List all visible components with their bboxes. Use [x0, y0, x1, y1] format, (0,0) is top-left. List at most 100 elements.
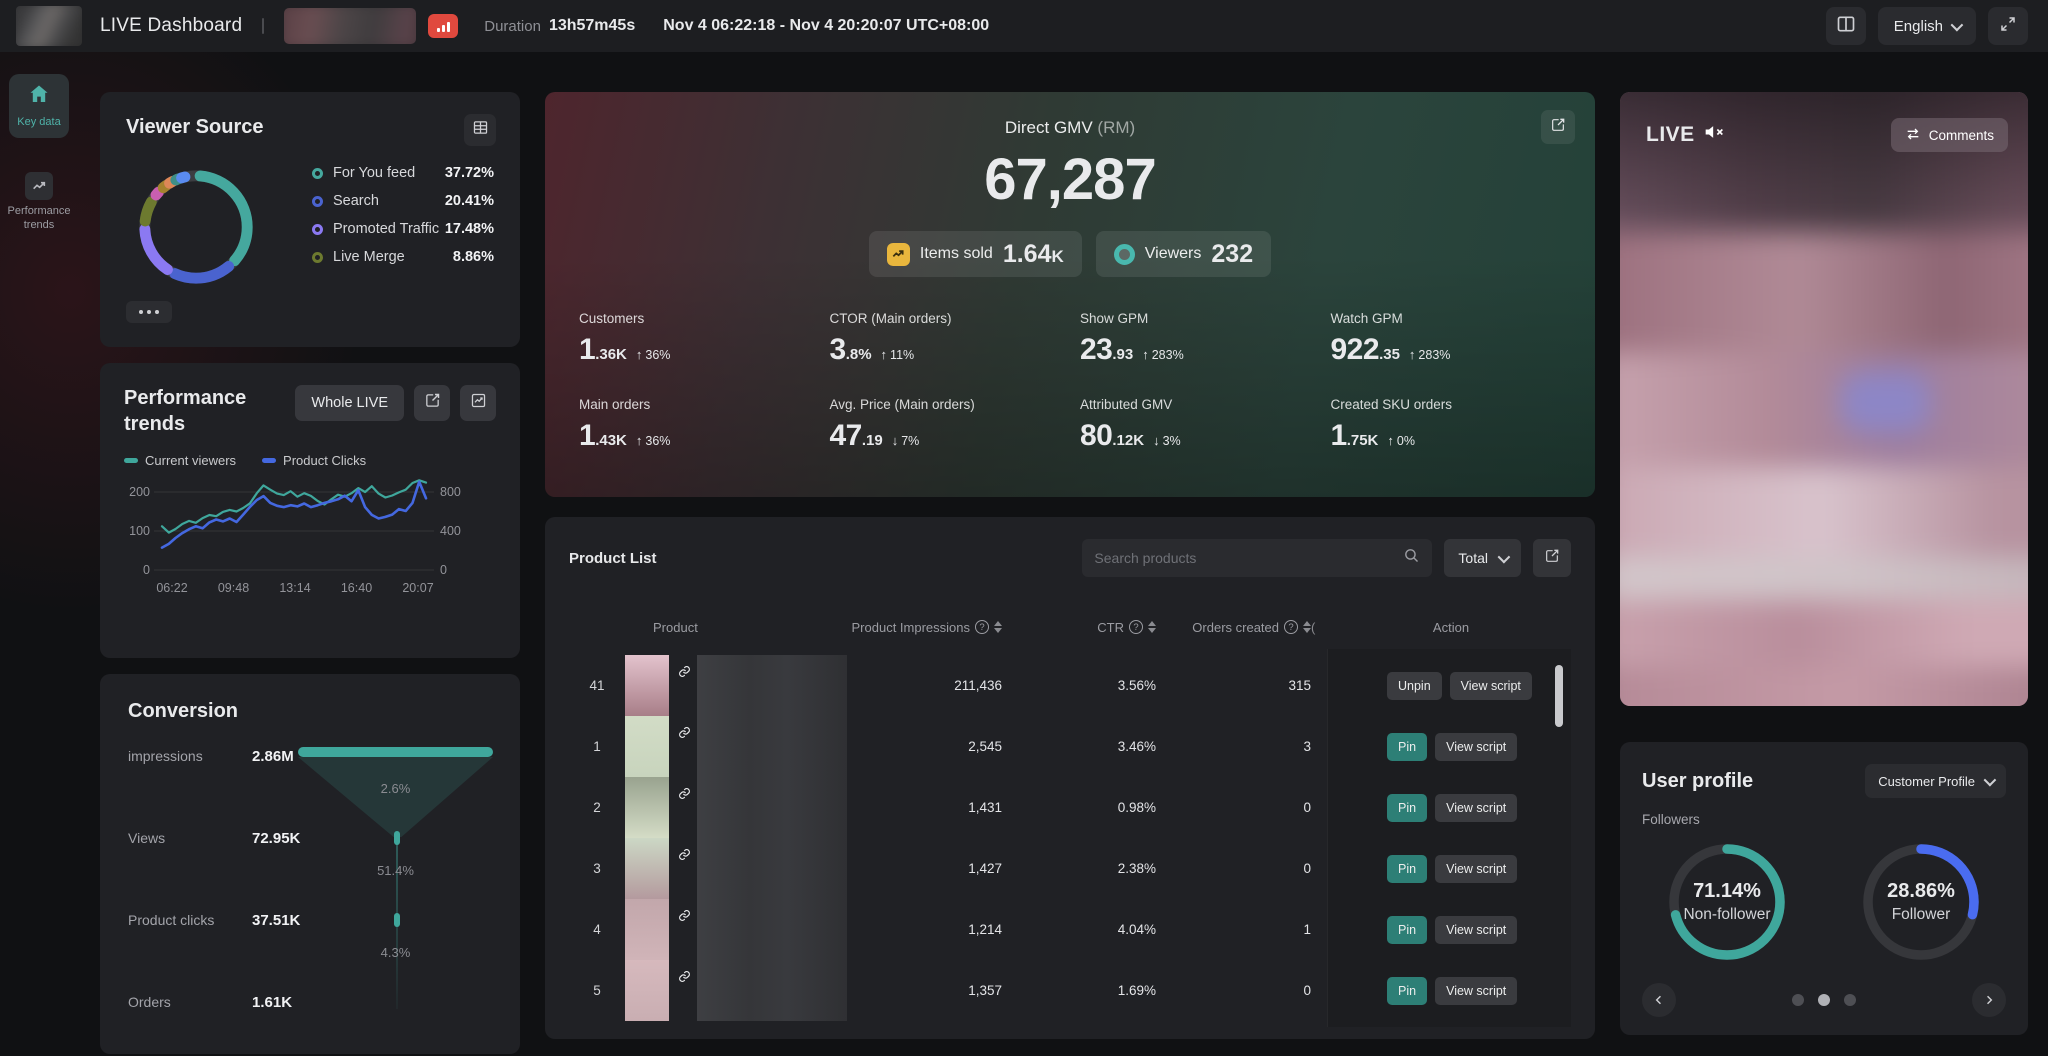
total-filter-dropdown[interactable]: Total — [1444, 539, 1521, 577]
scope-selector-button[interactable]: Whole LIVE — [295, 385, 404, 421]
view-script-button[interactable]: View script — [1450, 672, 1532, 700]
dropdown-value: Customer Profile — [1878, 774, 1975, 789]
metric-delta: ↓3% — [1153, 433, 1181, 448]
carousel-dot[interactable] — [1792, 994, 1804, 1006]
clipped-column-label: ( — [1311, 620, 1331, 635]
metric-delta-value: 283% — [1152, 348, 1184, 362]
metric-value: 3.8%↑11% — [830, 333, 1061, 367]
home-icon — [27, 82, 51, 111]
metric-created-sku-orders: Created SKU orders1.75K↑0% — [1331, 397, 1562, 453]
conversion-funnel: impressions2.86MViews72.95KProduct click… — [128, 741, 492, 1037]
pin-button[interactable]: Pin — [1387, 916, 1427, 944]
legend-item: Search20.41% — [312, 187, 494, 215]
blurred-product-name — [697, 716, 847, 777]
link-icon[interactable] — [671, 787, 697, 800]
pill-value: 1.64K — [1003, 240, 1064, 269]
table-row: 31,4272.38%0PinView script — [569, 838, 1571, 899]
live-video-panel: LIVE Comments — [1620, 92, 2028, 706]
search-icon[interactable] — [1403, 547, 1420, 569]
legend-value: 8.86% — [453, 249, 494, 265]
legend-label: Search — [333, 193, 379, 209]
product-list-title: Product List — [569, 550, 657, 567]
metric-int: 23 — [1080, 333, 1112, 367]
carousel-dot[interactable] — [1818, 994, 1830, 1006]
direct-gmv-card: Direct GMV (RM) 67,287 Items sold1.64KVi… — [545, 92, 1595, 497]
impressions-value: 1,431 — [847, 800, 1002, 815]
sidebar-item-performance-trends[interactable]: Performance trends — [9, 164, 69, 241]
arrow-up-icon: ↑ — [1142, 347, 1149, 362]
followers-subtitle: Followers — [1642, 812, 2006, 827]
svg-text:06:22: 06:22 — [156, 581, 187, 595]
comments-toggle-button[interactable]: Comments — [1891, 118, 2008, 152]
edit-gmv-card-button[interactable] — [1541, 110, 1575, 144]
carousel-dot[interactable] — [1844, 994, 1856, 1006]
sort-icon[interactable] — [994, 621, 1002, 633]
svg-text:100: 100 — [129, 524, 150, 538]
metric-delta: ↑36% — [636, 347, 671, 362]
metric-int: 922 — [1331, 333, 1380, 367]
metric-label: Created SKU orders — [1331, 397, 1562, 412]
sort-icon[interactable] — [1303, 621, 1311, 633]
view-script-button[interactable]: View script — [1435, 916, 1517, 944]
view-script-button[interactable]: View script — [1435, 855, 1517, 883]
customer-profile-dropdown[interactable]: Customer Profile — [1865, 764, 2006, 798]
fullscreen-button[interactable] — [1988, 7, 2028, 45]
metric-label: Show GPM — [1080, 311, 1311, 326]
legend-current-viewers: Current viewers — [124, 453, 236, 468]
funnel-stage-label: impressions — [128, 748, 246, 764]
muted-speaker-icon[interactable] — [1704, 122, 1724, 148]
fullscreen-icon — [1999, 15, 2017, 38]
funnel-stage-value: 1.61K — [252, 994, 292, 1011]
search-input[interactable] — [1094, 550, 1403, 566]
viewer-source-title: Viewer Source — [126, 116, 494, 139]
link-icon[interactable] — [671, 848, 697, 861]
metric-delta: ↑11% — [881, 347, 915, 362]
sidebar-item-key-data[interactable]: Key data — [9, 74, 69, 138]
panel-layout-button[interactable] — [1826, 7, 1866, 45]
sort-icon[interactable] — [1148, 621, 1156, 633]
funnel-rate-label: 51.4% — [298, 863, 493, 878]
open-trend-chart-button[interactable] — [460, 385, 496, 421]
pin-button[interactable]: Pin — [1387, 733, 1427, 761]
ctr-value: 3.46% — [1002, 739, 1156, 754]
carousel-next-button[interactable] — [1972, 983, 2006, 1017]
more-options-button[interactable] — [126, 301, 172, 323]
carousel-prev-button[interactable] — [1642, 983, 1676, 1017]
sidebar-item-label: Performance trends — [8, 205, 71, 233]
sidebar: Key data Performance trends — [0, 52, 78, 1056]
metric-show-gpm: Show GPM23.93↑283% — [1080, 311, 1311, 367]
link-icon[interactable] — [671, 909, 697, 922]
view-script-button[interactable]: View script — [1435, 733, 1517, 761]
svg-text:0: 0 — [440, 563, 447, 577]
link-icon[interactable] — [671, 970, 697, 983]
action-cell: Pin View script — [1331, 794, 1571, 822]
arrow-up-icon: ↑ — [636, 433, 643, 448]
arrow-up-icon: ↑ — [636, 347, 643, 362]
gauge-label: Follower — [1887, 906, 1955, 924]
language-selector[interactable]: English — [1878, 7, 1976, 45]
language-value: English — [1894, 18, 1943, 35]
help-icon[interactable]: ? — [1129, 620, 1143, 634]
unpin-button[interactable]: Unpin — [1387, 672, 1442, 700]
help-icon[interactable]: ? — [1284, 620, 1298, 634]
edit-product-list-button[interactable] — [1533, 539, 1571, 577]
help-icon[interactable]: ? — [975, 620, 989, 634]
metric-int: 80 — [1080, 419, 1112, 453]
viewer-source-detail-button[interactable] — [464, 114, 496, 146]
table-row: 41,2144.04%1PinView script — [569, 899, 1571, 960]
pin-button[interactable]: Pin — [1387, 977, 1427, 1005]
edit-chart-button[interactable] — [414, 385, 450, 421]
view-script-button[interactable]: View script — [1435, 794, 1517, 822]
pin-button[interactable]: Pin — [1387, 855, 1427, 883]
link-icon[interactable] — [671, 665, 697, 678]
chevron-down-icon — [1951, 18, 1964, 31]
legend-value: 37.72% — [445, 165, 494, 181]
metric-dec: .8% — [846, 346, 872, 363]
product-rank: 5 — [569, 983, 625, 998]
impressions-value: 1,214 — [847, 922, 1002, 937]
table-scrollbar-thumb[interactable] — [1555, 665, 1563, 727]
link-icon[interactable] — [671, 726, 697, 739]
view-script-button[interactable]: View script — [1435, 977, 1517, 1005]
orders-created-value: 3 — [1156, 739, 1311, 754]
pin-button[interactable]: Pin — [1387, 794, 1427, 822]
